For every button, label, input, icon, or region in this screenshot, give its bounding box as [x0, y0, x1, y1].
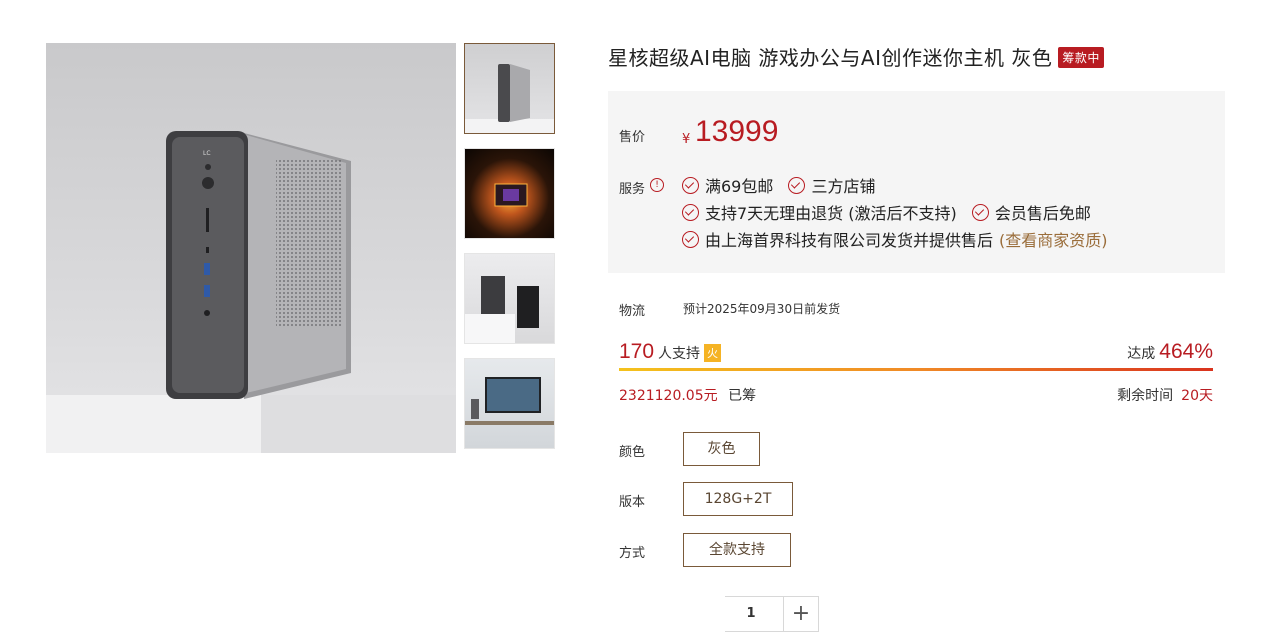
payment-label: 方式 [619, 546, 646, 561]
supporter-label: 人支持 [658, 346, 701, 362]
price-value: 13999 [695, 115, 779, 148]
thumbnail-list [464, 43, 557, 463]
raised-amount-group: 2321120.05元 已筹 [619, 385, 756, 405]
crowdfunding-stats: 170 人支持火 达成 464% [619, 340, 1213, 370]
check-circle-icon [971, 204, 989, 221]
service-text: 满69包邮 [705, 177, 774, 196]
check-circle-icon [682, 231, 699, 248]
color-label: 颜色 [619, 445, 646, 460]
raised-label: 已筹 [728, 388, 757, 404]
quantity-plus-button[interactable]: + [783, 597, 818, 631]
price-label: 售价 [619, 130, 646, 145]
service-label: 服务 [619, 182, 646, 197]
service-text: 会员售后免邮 [994, 204, 1091, 223]
service-item: 三方店铺 [788, 177, 875, 196]
version-option[interactable]: 128G+2T [683, 482, 793, 516]
raised-amount: 2321120.05元 [619, 388, 718, 404]
service-item: 支持7天无理由退货 (激活后不支持) [682, 204, 957, 223]
thumbnail-1[interactable] [464, 43, 555, 134]
service-item: 满69包邮 [682, 177, 773, 196]
service-row-2: 支持7天无理由退货 (激活后不支持) 会员售后免邮 [682, 200, 1101, 224]
check-circle-icon [682, 177, 699, 194]
service-text: 支持7天无理由退货 (激活后不支持) [705, 204, 957, 223]
product-title: 星核超级AI电脑 游戏办公与AI创作迷你主机 灰色 筹款中 [608, 42, 1104, 71]
progress-bar [619, 368, 1213, 371]
price-panel: 售价 ¥ 13999 服务 ! 满69包邮 三方店铺 支持7天无理由退货 (激活… [608, 91, 1225, 273]
thumbnail-2[interactable] [464, 148, 555, 239]
reached-label: 达成 [1127, 346, 1156, 362]
thumbnail-3[interactable] [464, 253, 555, 344]
bottom-fade-overlay [555, 596, 725, 632]
reached-group: 达成 464% [1127, 340, 1213, 364]
desk-setup-thumb-icon [465, 377, 554, 425]
currency-symbol: ¥ [682, 132, 691, 147]
mini-pc-thumb-icon [465, 64, 554, 133]
check-circle-icon [682, 204, 699, 221]
thumbnail-4[interactable] [464, 358, 555, 449]
remaining-time-group: 剩余时间 20天 [1117, 385, 1213, 405]
check-circle-icon [788, 177, 806, 194]
version-label: 版本 [619, 495, 646, 510]
merchant-qualification-link[interactable]: (查看商家资质) [999, 231, 1108, 250]
mini-pc-illustration: LC [46, 131, 456, 453]
service-row-3: 由上海首界科技有限公司发货并提供售后 (查看商家资质) [682, 227, 1108, 251]
service-row-1: 满69包邮 三方店铺 [682, 173, 885, 197]
status-badge: 筹款中 [1058, 47, 1104, 68]
service-text: 三方店铺 [811, 177, 876, 196]
shipping-label: 物流 [619, 304, 646, 319]
alert-icon[interactable]: ! [650, 178, 664, 192]
progress-bar-fill [619, 368, 1213, 371]
svg-text:LC: LC [203, 150, 211, 157]
remaining-value: 20天 [1181, 388, 1213, 404]
quantity-value[interactable]: 1 [719, 597, 783, 631]
service-item: 会员售后免邮 [971, 204, 1091, 223]
two-pcs-thumb-icon [465, 276, 539, 343]
supporter-count: 170 [619, 340, 655, 363]
reached-percent: 464% [1159, 340, 1213, 363]
service-text: 由上海首界科技有限公司发货并提供售后 [705, 231, 994, 250]
product-title-text: 星核超级AI电脑 游戏办公与AI创作迷你主机 灰色 [608, 46, 1053, 70]
shipping-value: 预计2025年09月30日前发货 [683, 302, 841, 316]
fire-icon: 火 [704, 344, 722, 362]
payment-option[interactable]: 全款支持 [683, 533, 791, 567]
color-option-gray[interactable]: 灰色 [683, 432, 760, 466]
chip-thumb-icon [494, 183, 528, 207]
main-product-image[interactable]: LC [46, 43, 456, 453]
remaining-label: 剩余时间 [1117, 388, 1174, 404]
